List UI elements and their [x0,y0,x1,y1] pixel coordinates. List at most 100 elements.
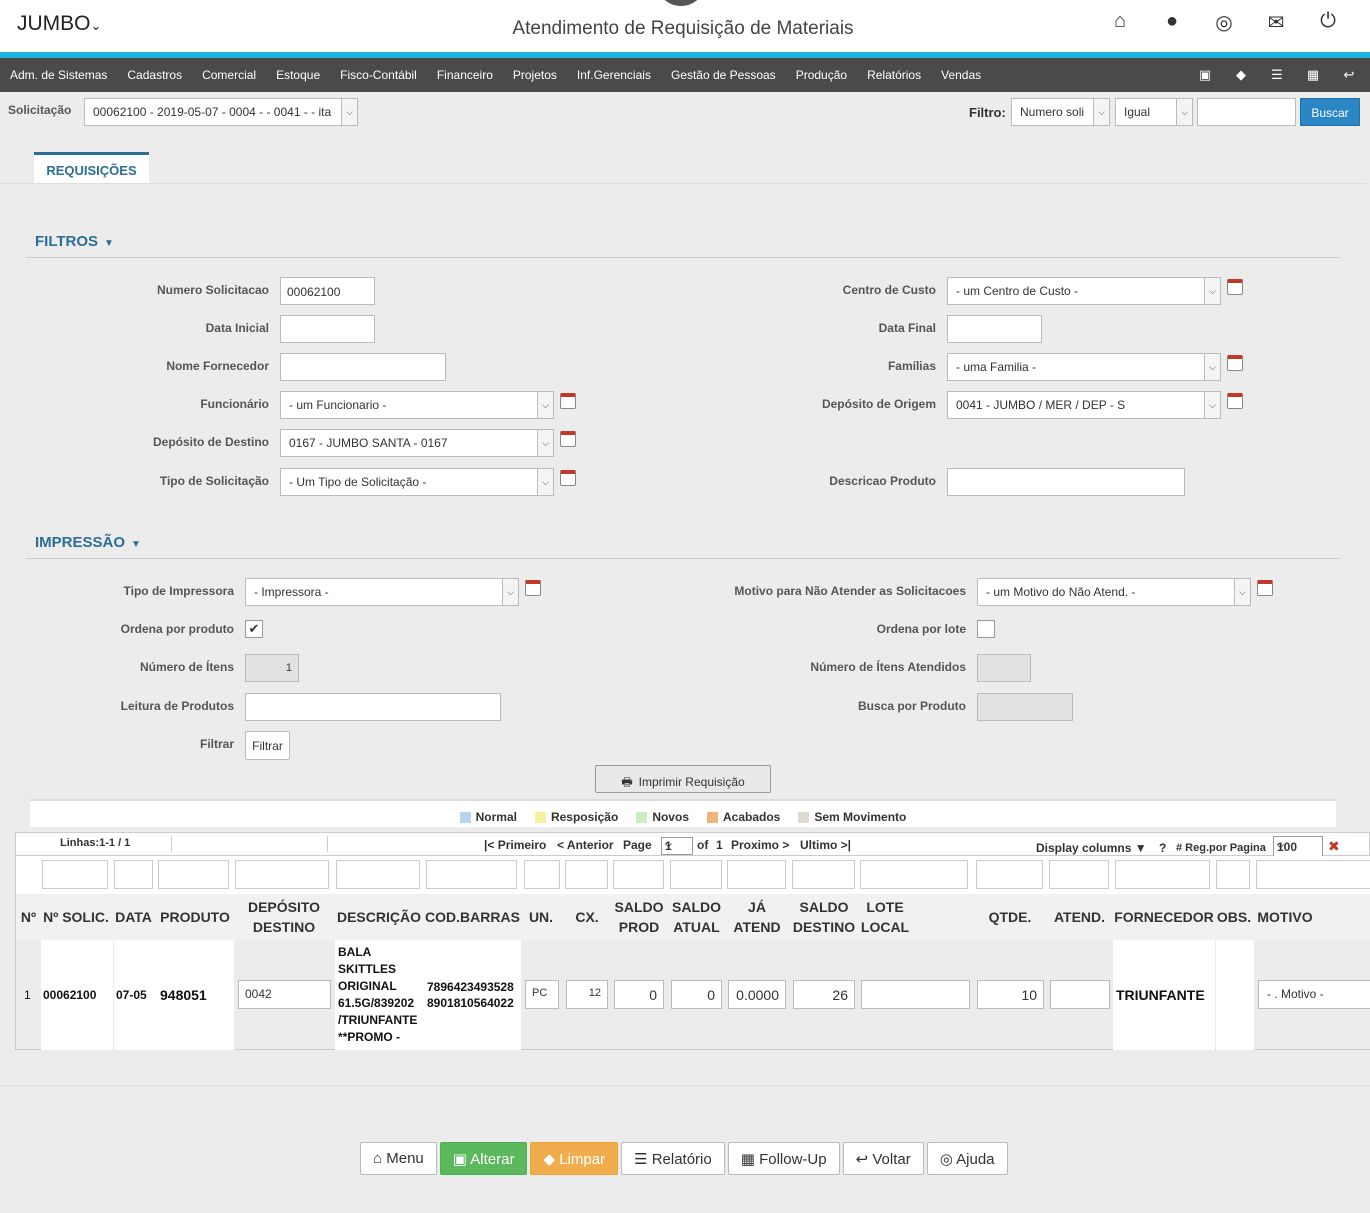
filter-input[interactable] [727,860,786,889]
col-header-fornecedor[interactable]: FORNECEDOR [1113,894,1215,940]
un-input[interactable]: PC [525,980,559,1009]
envelope-icon[interactable]: ✉ [1264,10,1288,35]
cx-input[interactable]: 12 [566,980,608,1009]
deposito-input[interactable]: 0042 [238,980,331,1009]
impressao-section-toggle[interactable]: IMPRESSÃO ▼ [35,534,141,551]
back-icon[interactable]: ↩ [1340,67,1358,83]
table-row[interactable]: 1 00062100 07-05 948051 0042 BALA SKITTL… [15,940,1370,1050]
menu-item-comercial[interactable]: Comercial [202,68,256,82]
filter-input[interactable] [1256,860,1370,889]
menu-item-relatorios[interactable]: Relatórios [867,68,921,82]
filter-input[interactable] [336,860,420,889]
filter-input[interactable] [426,860,517,889]
data-inicial-input[interactable] [280,315,375,343]
filter-input[interactable] [158,860,229,889]
col-header-qtde[interactable]: QTDE. [974,894,1046,940]
saldo-destino-input[interactable]: 26 [793,980,855,1009]
relatorio-button[interactable]: ☰ Relatório [621,1142,725,1175]
ja-atend-input[interactable]: 0.0000 [728,980,786,1009]
calendar-icon[interactable] [1257,580,1273,596]
filter-input[interactable] [565,860,608,889]
filter-input[interactable] [613,860,664,889]
next-page-link[interactable]: Proximo > [731,838,789,852]
filtro-op-select[interactable]: Igual ⌵ [1115,98,1193,126]
ajuda-button[interactable]: ◎ Ajuda [926,1142,1008,1175]
menu-item-financeiro[interactable]: Financeiro [437,68,493,82]
qtde-input[interactable]: 10 [977,980,1044,1009]
menu-item-adm[interactable]: Adm. de Sistemas [10,68,107,82]
col-header-cod-barras[interactable]: COD.BARRAS [424,894,521,940]
deposito-destino-select[interactable]: 0167 - JUMBO SANTA - 0167 ⌵ [280,429,554,457]
col-header-data[interactable]: DATA [111,894,156,940]
numero-solicitacao-input[interactable]: 00062100 [280,277,375,305]
reg-por-pagina-select[interactable]: 100 ⌵ [1273,836,1323,857]
help-button[interactable]: ? [1159,841,1166,855]
filter-input[interactable] [524,860,560,889]
page-select[interactable]: 1 ⌵ [661,837,693,855]
solicitacao-select[interactable]: 00062100 - 2019-05-07 - 0004 - - 0041 - … [84,98,358,126]
prev-page-link[interactable]: < Anterior [557,838,614,852]
display-columns-button[interactable]: Display columns ▼ [1036,841,1147,855]
power-icon[interactable]: ⏻ [1316,10,1340,35]
nome-fornecedor-input[interactable] [280,353,446,381]
funcionario-select[interactable]: - um Funcionario - ⌵ [280,391,554,419]
ordena-lote-checkbox[interactable] [977,620,995,638]
leitura-produtos-input[interactable] [245,693,501,721]
menu-item-estoque[interactable]: Estoque [276,68,320,82]
descricao-produto-input[interactable] [947,468,1185,496]
imprimir-requisicao-button[interactable]: 🖶 Imprimir Requisição [595,765,771,793]
col-header-saldo-atual[interactable]: SALDO ATUAL [668,894,725,940]
calendar-icon[interactable] [1227,355,1243,371]
eraser-icon[interactable]: ◆ [1232,67,1250,83]
col-header-saldo-prod[interactable]: SALDO PROD [611,894,667,940]
calendar-icon[interactable] [560,431,576,447]
ordena-produto-checkbox[interactable]: ✔ [245,620,263,638]
filter-input[interactable] [670,860,722,889]
filter-input[interactable] [1115,860,1210,889]
filter-input[interactable] [860,860,968,889]
list-icon[interactable]: ☰ [1268,67,1286,83]
menu-item-gestao-pessoas[interactable]: Gestão de Pessoas [671,68,776,82]
col-header-un[interactable]: UN. [521,894,561,940]
col-header-atend[interactable]: ATEND. [1046,894,1113,940]
lote-local-input[interactable] [861,980,970,1009]
col-header-solic[interactable]: Nº SOLIC. [41,894,111,940]
motivo-nao-atender-select[interactable]: - um Motivo do Não Atend. - ⌵ [977,578,1251,606]
menu-item-infgerenciais[interactable]: Inf.Gerenciais [577,68,651,82]
calendar-icon[interactable] [1227,279,1243,295]
col-header-cx[interactable]: CX. [563,894,611,940]
filter-input[interactable] [976,860,1043,889]
lifebuoy-icon[interactable]: ◎ [1212,10,1236,35]
menu-item-producao[interactable]: Produção [796,68,847,82]
home-icon[interactable]: ⌂ [1108,10,1132,35]
filter-input[interactable] [42,860,108,889]
menu-item-projetos[interactable]: Projetos [513,68,557,82]
col-header-n[interactable]: Nº [16,894,41,940]
saldo-atual-input[interactable]: 0 [671,980,722,1009]
first-page-link[interactable]: |< Primeiro [484,838,546,852]
tipo-solicitacao-select[interactable]: - Um Tipo de Solicitação - ⌵ [280,468,554,496]
atend-input[interactable] [1050,980,1110,1009]
table-icon[interactable]: ▦ [1304,67,1322,83]
filtros-section-toggle[interactable]: FILTROS ▼ [35,233,114,250]
filtrar-button[interactable]: Filtrar [245,731,290,760]
user-icon[interactable]: ● [1160,10,1184,35]
save-icon[interactable]: ▣ [1196,67,1214,83]
col-header-produto[interactable]: PRODUTO [156,894,234,940]
col-header-obs[interactable]: OBS. [1215,894,1253,940]
filter-input[interactable] [235,860,329,889]
familias-select[interactable]: - uma Familia - ⌵ [947,353,1221,381]
col-header-saldo-destino[interactable]: SALDO DESTINO [790,894,858,940]
alterar-button[interactable]: ▣ Alterar [439,1142,528,1175]
col-header-ja-atend[interactable]: JÁ ATEND [725,894,789,940]
buscar-button[interactable]: Buscar [1300,98,1360,126]
calendar-icon[interactable] [560,393,576,409]
filtro-field-select[interactable]: Numero soli ⌵ [1011,98,1110,126]
followup-button[interactable]: ▦ Follow-Up [727,1142,840,1175]
centro-custo-select[interactable]: - um Centro de Custo - ⌵ [947,277,1221,305]
calendar-icon[interactable] [560,470,576,486]
filter-input[interactable] [792,860,855,889]
clear-filters-icon[interactable]: ✖ [1328,838,1340,855]
motivo-select[interactable]: - . Motivo - [1258,980,1370,1009]
col-header-lote-local[interactable]: LOTE LOCAL [858,894,912,940]
